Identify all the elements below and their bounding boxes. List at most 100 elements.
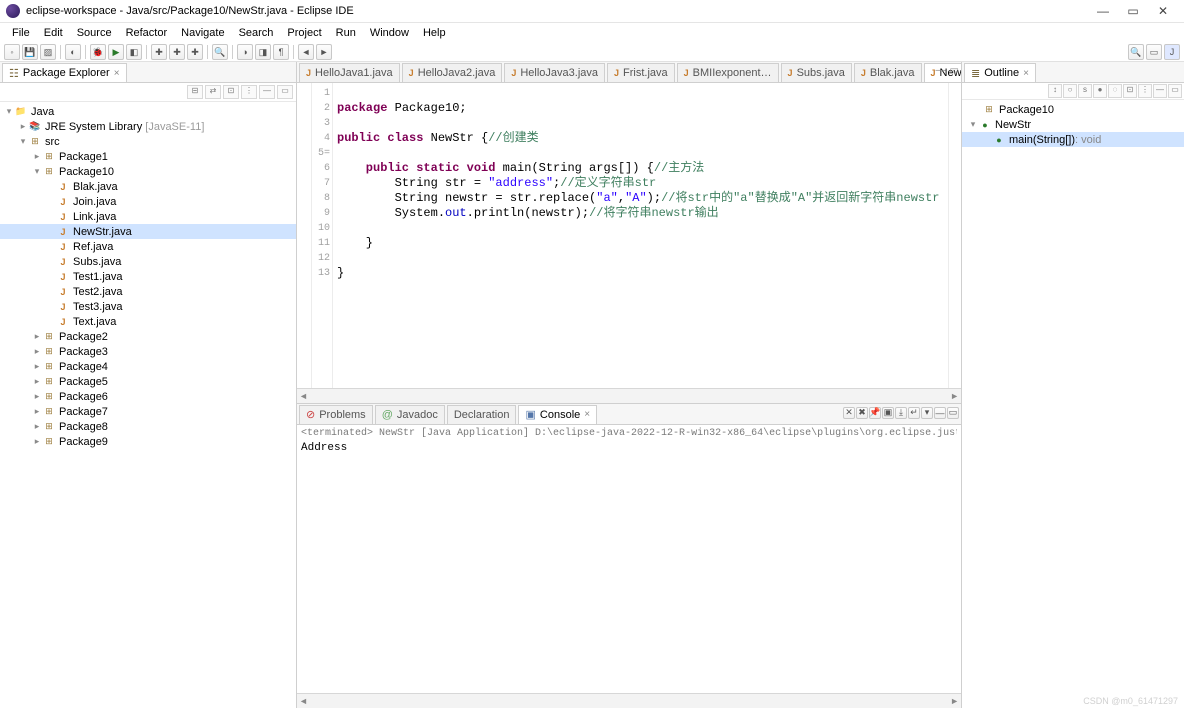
run-icon[interactable]: ▶ bbox=[108, 44, 124, 60]
open-type-icon[interactable]: ◐ bbox=[65, 44, 81, 60]
outline-class[interactable]: ▾●NewStr bbox=[962, 117, 1184, 132]
editor-tab[interactable]: JBMIIexponent… bbox=[677, 63, 779, 82]
new-class-icon[interactable]: ✚ bbox=[187, 44, 203, 60]
minimize-editor-icon[interactable]: — bbox=[936, 65, 946, 76]
outline-tree[interactable]: ⊞Package10 ▾●NewStr ●main(String[]) : vo… bbox=[962, 100, 1184, 708]
show-whitespace-icon[interactable]: ¶ bbox=[273, 44, 289, 60]
word-wrap-icon[interactable]: ↵ bbox=[908, 407, 920, 419]
tab-outline[interactable]: ≣ Outline × bbox=[964, 63, 1036, 82]
package-node[interactable]: ▸⊞Package6 bbox=[0, 389, 296, 404]
package-node[interactable]: ▸⊞Package9 bbox=[0, 434, 296, 449]
focus-icon[interactable]: ⊡ bbox=[223, 85, 239, 99]
menu-help[interactable]: Help bbox=[417, 25, 452, 41]
minimize-button[interactable]: — bbox=[1088, 4, 1118, 18]
quick-access-icon[interactable]: 🔍 bbox=[1128, 44, 1144, 60]
menu-search[interactable]: Search bbox=[233, 25, 280, 41]
editor-tab[interactable]: JBlak.java bbox=[854, 63, 922, 82]
close-icon[interactable]: × bbox=[584, 409, 590, 420]
minimize-view-icon[interactable]: — bbox=[934, 407, 946, 419]
hide-nonpublic-icon[interactable]: ● bbox=[1093, 84, 1107, 98]
open-perspective-icon[interactable]: ▭ bbox=[1146, 44, 1162, 60]
jre-node[interactable]: ▸📚JRE System Library [JavaSE-11] bbox=[0, 119, 296, 134]
java-file[interactable]: JRef.java bbox=[0, 239, 296, 254]
menu-edit[interactable]: Edit bbox=[38, 25, 69, 41]
maximize-view-icon[interactable]: ▭ bbox=[1168, 84, 1182, 98]
java-perspective-icon[interactable]: J bbox=[1164, 44, 1180, 60]
package-node[interactable]: ▸⊞Package2 bbox=[0, 329, 296, 344]
new-icon[interactable]: ◦ bbox=[4, 44, 20, 60]
console-scrollbar[interactable]: ◄► bbox=[297, 693, 961, 708]
maximize-view-icon[interactable]: ▭ bbox=[277, 85, 293, 99]
menu-navigate[interactable]: Navigate bbox=[175, 25, 230, 41]
menu-source[interactable]: Source bbox=[71, 25, 118, 41]
project-node[interactable]: ▾📁Java bbox=[0, 104, 296, 119]
maximize-view-icon[interactable]: ▭ bbox=[947, 407, 959, 419]
hide-fields-icon[interactable]: ○ bbox=[1063, 84, 1077, 98]
save-all-icon[interactable]: ▨ bbox=[40, 44, 56, 60]
close-icon[interactable]: × bbox=[114, 68, 120, 79]
package-node[interactable]: ▸⊞Package5 bbox=[0, 374, 296, 389]
package-explorer-tree[interactable]: ▾📁Java ▸📚JRE System Library [JavaSE-11] … bbox=[0, 102, 296, 708]
sort-icon[interactable]: ↕ bbox=[1048, 84, 1062, 98]
package-node[interactable]: ▸⊞Package7 bbox=[0, 404, 296, 419]
maximize-editor-icon[interactable]: ▭ bbox=[950, 65, 959, 76]
display-console-icon[interactable]: ▣ bbox=[882, 407, 894, 419]
menu-window[interactable]: Window bbox=[364, 25, 415, 41]
focus-icon[interactable]: ⊡ bbox=[1123, 84, 1137, 98]
java-file[interactable]: JTest2.java bbox=[0, 284, 296, 299]
package-node[interactable]: ▾⊞Package10 bbox=[0, 164, 296, 179]
java-file[interactable]: JTest1.java bbox=[0, 269, 296, 284]
editor-tab[interactable]: JSubs.java bbox=[781, 63, 852, 82]
save-icon[interactable]: 💾 bbox=[22, 44, 38, 60]
scroll-lock-icon[interactable]: ⤓ bbox=[895, 407, 907, 419]
toggle-mark-icon[interactable]: ◑ bbox=[237, 44, 253, 60]
new-java-project-icon[interactable]: ✚ bbox=[151, 44, 167, 60]
menu-run[interactable]: Run bbox=[330, 25, 362, 41]
hide-static-icon[interactable]: s bbox=[1078, 84, 1092, 98]
editor-tab[interactable]: JHelloJava2.java bbox=[402, 63, 503, 82]
hide-local-icon[interactable]: ◌ bbox=[1108, 84, 1122, 98]
overview-ruler[interactable] bbox=[948, 83, 961, 388]
new-package-icon[interactable]: ✚ bbox=[169, 44, 185, 60]
marker-ruler[interactable] bbox=[297, 83, 312, 388]
tab-declaration[interactable]: Declaration bbox=[447, 405, 517, 424]
editor-scrollbar[interactable]: ◄► bbox=[297, 388, 961, 403]
java-file[interactable]: JBlak.java bbox=[0, 179, 296, 194]
editor-tab[interactable]: JHelloJava3.java bbox=[504, 63, 605, 82]
tab-console[interactable]: ▣Console× bbox=[518, 405, 597, 424]
open-console-icon[interactable]: ▾ bbox=[921, 407, 933, 419]
collapse-all-icon[interactable]: ⊟ bbox=[187, 85, 203, 99]
search-icon[interactable]: 🔍 bbox=[212, 44, 228, 60]
src-node[interactable]: ▾⊞src bbox=[0, 134, 296, 149]
java-file[interactable]: JLink.java bbox=[0, 209, 296, 224]
java-file[interactable]: JText.java bbox=[0, 314, 296, 329]
clear-console-icon[interactable]: ✕ bbox=[843, 407, 855, 419]
remove-launch-icon[interactable]: ✖ bbox=[856, 407, 868, 419]
tab-javadoc[interactable]: @Javadoc bbox=[375, 405, 445, 424]
toggle-block-icon[interactable]: ◨ bbox=[255, 44, 271, 60]
console-output[interactable]: <terminated> NewStr [Java Application] D… bbox=[297, 425, 961, 694]
tab-package-explorer[interactable]: ☷ Package Explorer × bbox=[2, 63, 127, 82]
code-area[interactable]: package Package10; public class NewStr {… bbox=[333, 83, 948, 388]
close-icon[interactable]: × bbox=[1023, 68, 1029, 79]
editor-tab[interactable]: JFrist.java bbox=[607, 63, 675, 82]
package-node[interactable]: ▸⊞Package3 bbox=[0, 344, 296, 359]
link-editor-icon[interactable]: ⇄ bbox=[205, 85, 221, 99]
package-node[interactable]: ▸⊞Package4 bbox=[0, 359, 296, 374]
java-file[interactable]: JTest3.java bbox=[0, 299, 296, 314]
debug-icon[interactable]: 🐞 bbox=[90, 44, 106, 60]
package-node[interactable]: ▸⊞Package1 bbox=[0, 149, 296, 164]
code-editor[interactable]: 12345=678910111213 package Package10; pu… bbox=[297, 83, 961, 388]
pin-console-icon[interactable]: 📌 bbox=[869, 407, 881, 419]
tab-problems[interactable]: ⊘Problems bbox=[299, 405, 373, 424]
view-menu-icon[interactable]: ⋮ bbox=[241, 85, 257, 99]
outline-package[interactable]: ⊞Package10 bbox=[962, 102, 1184, 117]
maximize-button[interactable]: ▭ bbox=[1118, 4, 1148, 18]
java-file-selected[interactable]: JNewStr.java bbox=[0, 224, 296, 239]
package-node[interactable]: ▸⊞Package8 bbox=[0, 419, 296, 434]
java-file[interactable]: JJoin.java bbox=[0, 194, 296, 209]
forward-icon[interactable]: ► bbox=[316, 44, 332, 60]
minimize-view-icon[interactable]: — bbox=[259, 85, 275, 99]
menu-file[interactable]: File bbox=[6, 25, 36, 41]
view-menu-icon[interactable]: ⋮ bbox=[1138, 84, 1152, 98]
